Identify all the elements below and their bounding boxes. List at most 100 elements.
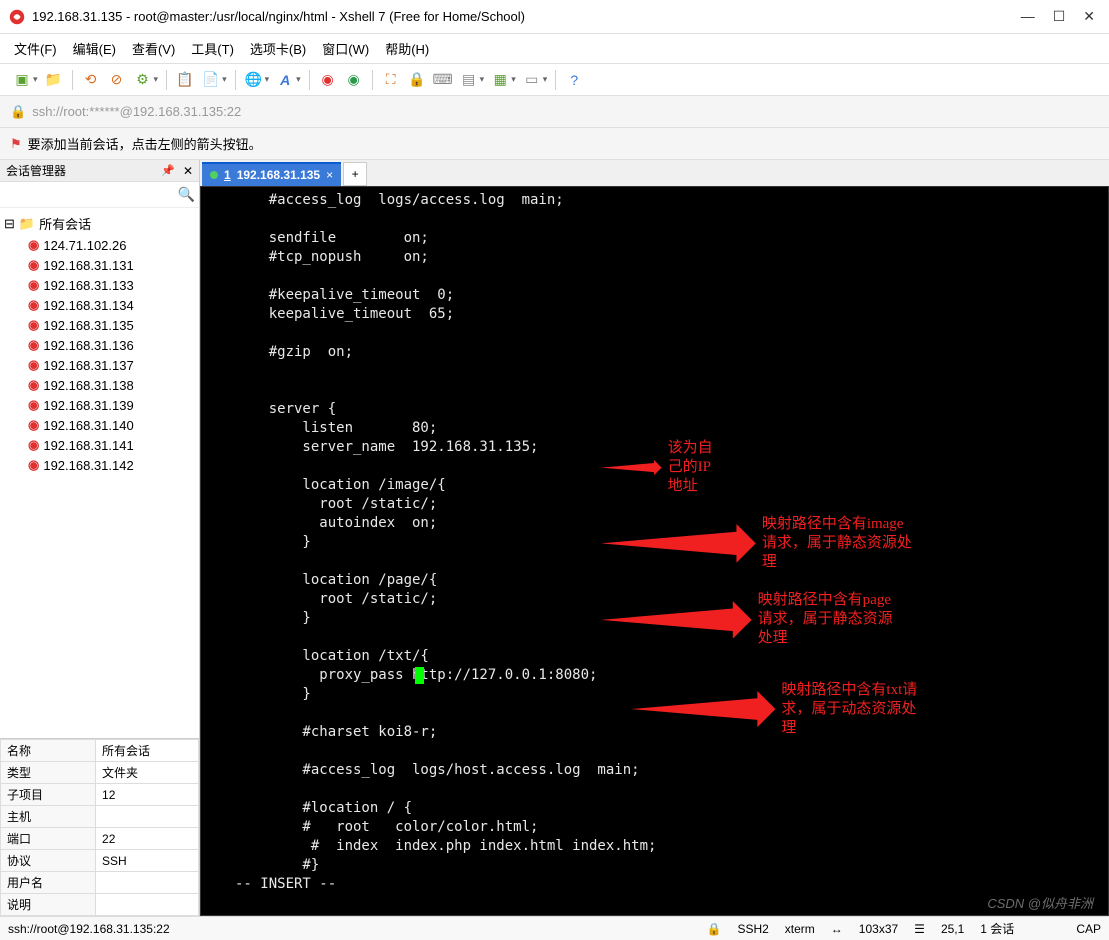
fullscreen-icon[interactable]: ⛶ (379, 68, 403, 92)
tab-label: 192.168.31.135 (237, 168, 320, 182)
search-input[interactable] (4, 186, 178, 204)
session-icon: ◉ (28, 437, 39, 453)
help-icon[interactable]: ? (562, 68, 586, 92)
menu-help[interactable]: 帮助(H) (385, 39, 429, 58)
prop-port-value: 22 (96, 828, 199, 850)
status-ssh: SSH2 (737, 922, 768, 936)
annotation-text: 映射路径中含有image请求，属于静态资源处理 (762, 515, 914, 572)
status-dot-icon (210, 171, 218, 179)
search-icon[interactable]: 🔍 (178, 186, 195, 203)
session-item[interactable]: ◉ 192.168.31.136 (0, 335, 199, 355)
prop-type-value: 文件夹 (96, 762, 199, 784)
menu-view[interactable]: 查看(V) (132, 39, 175, 58)
session-manager-header: 会话管理器 📌 ✕ (0, 160, 199, 182)
lock-icon: 🔒 (10, 104, 26, 120)
session-label: 192.168.31.142 (43, 458, 133, 473)
session-icon: ◉ (28, 417, 39, 433)
session-item[interactable]: ◉ 192.168.31.141 (0, 435, 199, 455)
lock-icon[interactable]: 🔒 (405, 68, 429, 92)
pin-icon[interactable]: 📌 (161, 164, 175, 177)
session-label: 192.168.31.133 (43, 278, 133, 293)
terminal-icon[interactable]: ▤ (457, 68, 481, 92)
keyboard-icon[interactable]: ⌨ (431, 68, 455, 92)
session-item[interactable]: ◉192.168.31.131 (0, 255, 199, 275)
cursor-icon (415, 667, 424, 684)
prop-host-label: 主机 (1, 806, 96, 828)
menu-file[interactable]: 文件(F) (14, 39, 57, 58)
tab-index: 1 (224, 168, 231, 182)
session-item[interactable]: ◉192.168.31.140 (0, 415, 199, 435)
session-label: 192.168.31.136 (43, 338, 133, 353)
menu-window[interactable]: 窗口(W) (322, 39, 369, 58)
session-label: 192.168.31.137 (43, 358, 133, 373)
prop-subitems-label: 子项目 (1, 784, 96, 806)
prop-user-label: 用户名 (1, 872, 96, 894)
flag-icon: ⚑ (10, 136, 22, 152)
xftp-icon[interactable]: ◉ (342, 68, 366, 92)
body: 会话管理器 📌 ✕ 🔍 ⊟ 📁 所有会话 ◉124.71.102.26◉192.… (0, 160, 1109, 916)
status-address: ssh://root@192.168.31.135:22 (8, 922, 170, 936)
minimize-button[interactable]: — (1021, 8, 1035, 25)
prop-protocol-value: SSH (96, 850, 199, 872)
menu-tools[interactable]: 工具(T) (191, 39, 234, 58)
close-panel-icon[interactable]: ✕ (183, 164, 193, 178)
session-tree: ⊟ 📁 所有会话 ◉124.71.102.26◉192.168.31.131◉1… (0, 208, 199, 738)
session-label: 192.168.31.135 (43, 318, 133, 333)
main-area: 1 192.168.31.135 × + #access_log logs/ac… (200, 160, 1109, 916)
prop-desc-label: 说明 (1, 894, 96, 916)
session-item[interactable]: ◉192.168.31.133 (0, 275, 199, 295)
session-item[interactable]: ◉192.168.31.138 (0, 375, 199, 395)
prop-user-value (96, 872, 199, 894)
prop-port-label: 端口 (1, 828, 96, 850)
session-item[interactable]: ◉192.168.31.137 (0, 355, 199, 375)
tab-row: 1 192.168.31.135 × + (200, 160, 1109, 186)
tree-root[interactable]: ⊟ 📁 所有会话 (0, 212, 199, 235)
arrow-icon (601, 601, 752, 639)
address-bar: 🔒 ssh://root:******@192.168.31.135:22 (0, 96, 1109, 128)
collapse-icon[interactable]: ⊟ (4, 216, 15, 232)
script-icon[interactable]: ▭ (520, 68, 544, 92)
watermark: CSDN @似舟非洲 (987, 893, 1093, 912)
hint-text: 要添加当前会话，点击左侧的箭头按钮。 (28, 134, 262, 153)
session-item[interactable]: ◉192.168.31.135 (0, 315, 199, 335)
menu-edit[interactable]: 编辑(E) (73, 39, 116, 58)
app-icon (8, 8, 26, 26)
annotation-text: 该为自己的IP地址 (668, 439, 726, 496)
session-props-icon[interactable]: ⚙ (131, 68, 155, 92)
close-button[interactable]: ✕ (1083, 8, 1095, 25)
disconnect-icon[interactable]: ⊘ (105, 68, 129, 92)
maximize-button[interactable]: ☐ (1053, 8, 1066, 25)
copy-icon[interactable]: 📋 (173, 68, 197, 92)
reconnect-icon[interactable]: ⟲ (79, 68, 103, 92)
hint-bar: ⚑ 要添加当前会话，点击左侧的箭头按钮。 (0, 128, 1109, 160)
find-icon[interactable]: 🌐 (242, 68, 266, 92)
menu-tab[interactable]: 选项卡(B) (250, 39, 306, 58)
session-icon: ◉ (28, 337, 39, 353)
paste-icon[interactable]: 📄 (199, 68, 223, 92)
tab-active[interactable]: 1 192.168.31.135 × (202, 162, 341, 186)
session-item[interactable]: ◉192.168.31.142 (0, 455, 199, 475)
new-session-icon[interactable]: ▣ (10, 68, 34, 92)
annotation: 映射路径中含有txt请求，属于动态资源处理 (631, 681, 923, 738)
session-manager-title: 会话管理器 (6, 162, 66, 179)
session-manager-panel: 会话管理器 📌 ✕ 🔍 ⊟ 📁 所有会话 ◉124.71.102.26◉192.… (0, 160, 200, 916)
status-term: xterm (785, 922, 815, 936)
add-tab-button[interactable]: + (343, 162, 367, 186)
session-icon: ◉ (28, 257, 39, 273)
open-session-icon[interactable]: 📁 (42, 68, 66, 92)
session-icon: ◉ (28, 377, 39, 393)
session-icon: ◉ (28, 397, 39, 413)
xshell-icon[interactable]: ◉ (316, 68, 340, 92)
session-icon: ◉ (28, 297, 39, 313)
address-text[interactable]: ssh://root:******@192.168.31.135:22 (32, 104, 241, 119)
font-icon[interactable]: A (273, 68, 297, 92)
session-label: 192.168.31.141 (43, 438, 133, 453)
layout-icon[interactable]: ▦ (488, 68, 512, 92)
session-item[interactable]: ◉124.71.102.26 (0, 235, 199, 255)
terminal[interactable]: #access_log logs/access.log main; sendfi… (200, 186, 1109, 916)
arrow-icon (601, 460, 662, 475)
tab-close-icon[interactable]: × (326, 168, 333, 182)
session-item[interactable]: ◉192.168.31.134 (0, 295, 199, 315)
tree-root-label: 所有会话 (39, 214, 91, 233)
session-item[interactable]: ◉192.168.31.139 (0, 395, 199, 415)
